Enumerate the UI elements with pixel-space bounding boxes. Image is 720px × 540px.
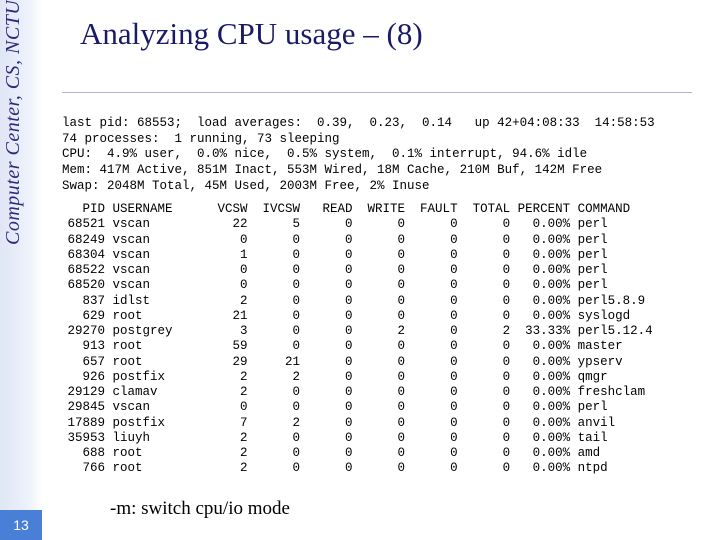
process-table: PID USERNAME VCSW IVCSW READ WRITE FAULT… <box>60 202 653 477</box>
page-number: 13 <box>0 510 42 540</box>
title-underline <box>62 92 692 93</box>
footnote: -m: switch cpu/io mode <box>110 498 290 520</box>
top-header-block: last pid: 68553; load averages: 0.39, 0.… <box>62 116 702 194</box>
page-title: Analyzing CPU usage – (8) <box>80 16 423 52</box>
side-label: Computer Center, CS, NCTU <box>2 0 40 340</box>
